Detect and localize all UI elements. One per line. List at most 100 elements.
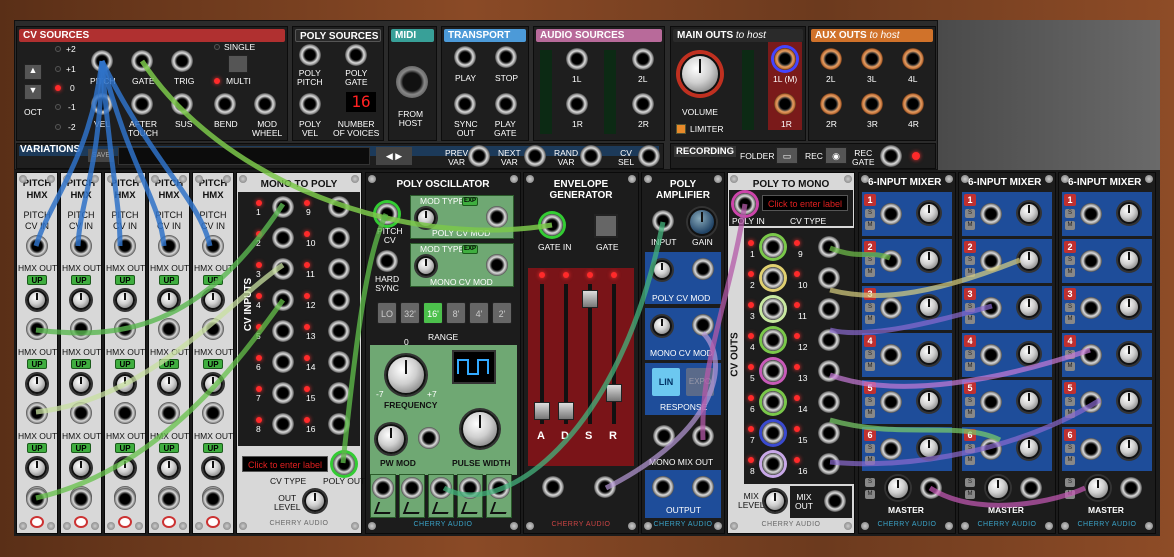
pw-mod-jack[interactable]: [418, 427, 440, 449]
m2p-right-jack[interactable]: [328, 382, 350, 404]
up-button[interactable]: UP: [27, 275, 47, 285]
m2p-right-jack[interactable]: [328, 413, 350, 435]
solo-button[interactable]: S: [965, 209, 975, 218]
mono-mix-out-left-jack[interactable]: [653, 425, 675, 447]
mute-button[interactable]: M: [1065, 409, 1075, 418]
solo-button[interactable]: S: [1065, 397, 1075, 406]
amp-poly-cv-knob[interactable]: [652, 260, 672, 280]
solo-button[interactable]: S: [1065, 350, 1075, 359]
main-1r-jack[interactable]: [774, 93, 796, 115]
rec-gate-jack[interactable]: [880, 145, 902, 167]
up-button[interactable]: UP: [115, 359, 135, 369]
m2p-left-jack[interactable]: [272, 413, 294, 435]
rand-var-jack[interactable]: [580, 145, 602, 167]
hmx-out-jack[interactable]: [26, 318, 48, 340]
cv-sel-jack[interactable]: [638, 145, 660, 167]
p2m-right-jack[interactable]: [818, 453, 840, 475]
p2m-left-jack[interactable]: [762, 360, 784, 382]
mono-to-poly-label-field[interactable]: Click to enter label: [242, 456, 328, 472]
mixer-input-jack[interactable]: [980, 203, 1002, 225]
up-button[interactable]: UP: [159, 275, 179, 285]
sus-jack[interactable]: [171, 93, 193, 115]
sync-out-jack[interactable]: [454, 93, 476, 115]
hmx-bottom-jack[interactable]: [26, 488, 48, 510]
envelope-out-jack[interactable]: [542, 476, 564, 498]
audio-1r-jack[interactable]: [566, 93, 588, 115]
mixer-input-jack[interactable]: [980, 438, 1002, 460]
range-button[interactable]: 2': [492, 302, 512, 324]
solo-button[interactable]: S: [865, 444, 875, 453]
mixer-level-knob[interactable]: [918, 202, 940, 224]
oct-up-button[interactable]: ▲: [24, 64, 42, 80]
mute-button[interactable]: M: [865, 315, 875, 324]
wave-out-jack[interactable]: [401, 477, 423, 499]
mute-button[interactable]: M: [965, 456, 975, 465]
up-button[interactable]: UP: [159, 359, 179, 369]
solo-button[interactable]: S: [1065, 209, 1075, 218]
pulse-width-knob[interactable]: [461, 410, 499, 448]
m2p-right-jack[interactable]: [328, 258, 350, 280]
m2p-right-jack[interactable]: [328, 320, 350, 342]
mixer-input-jack[interactable]: [1080, 297, 1102, 319]
poly-to-mono-label-field[interactable]: Click to enter label: [762, 195, 848, 211]
pitch-jack[interactable]: [91, 50, 113, 72]
mixer-input-jack[interactable]: [1080, 250, 1102, 272]
mixer-input-jack[interactable]: [1080, 203, 1102, 225]
hmx-bottom-jack[interactable]: [70, 488, 92, 510]
mod-wheel-jack[interactable]: [254, 93, 276, 115]
mute-button[interactable]: M: [865, 221, 875, 230]
poly-vel-jack[interactable]: [299, 93, 321, 115]
p2m-right-jack[interactable]: [818, 329, 840, 351]
mute-button[interactable]: M: [965, 362, 975, 371]
up-button[interactable]: UP: [71, 443, 91, 453]
audio-2l-jack[interactable]: [632, 48, 654, 70]
hmx-knob[interactable]: [115, 290, 135, 310]
hmx-knob[interactable]: [71, 374, 91, 394]
m2p-left-jack[interactable]: [272, 227, 294, 249]
hmx-out-jack[interactable]: [70, 318, 92, 340]
solo-button[interactable]: S: [865, 350, 875, 359]
p2m-left-jack[interactable]: [762, 236, 784, 258]
next-var-jack[interactable]: [524, 145, 546, 167]
poly-gate-jack[interactable]: [345, 44, 367, 66]
mute-button[interactable]: M: [1065, 221, 1075, 230]
up-button[interactable]: UP: [203, 443, 223, 453]
up-button[interactable]: UP: [203, 275, 223, 285]
mute-button[interactable]: M: [1065, 456, 1075, 465]
pitch-cv-jack[interactable]: [376, 203, 398, 225]
lin-button[interactable]: LIN: [652, 368, 680, 396]
m2p-left-jack[interactable]: [272, 289, 294, 311]
p2m-left-jack[interactable]: [762, 422, 784, 444]
up-button[interactable]: UP: [71, 275, 91, 285]
voices-display[interactable]: 16: [346, 92, 376, 112]
aux-4r-jack[interactable]: [902, 93, 924, 115]
frequency-knob[interactable]: [386, 355, 426, 395]
poly-out-jack[interactable]: [333, 453, 355, 475]
aux-2l-jack[interactable]: [820, 48, 842, 70]
hmx-out-jack[interactable]: [70, 402, 92, 424]
mix-level-knob[interactable]: [764, 490, 786, 512]
play-jack[interactable]: [454, 46, 476, 68]
hmx-bottom-jack[interactable]: [114, 488, 136, 510]
hmx-knob[interactable]: [159, 458, 179, 478]
master-out-jack[interactable]: [1020, 477, 1042, 499]
m2p-right-jack[interactable]: [328, 196, 350, 218]
hmx-knob[interactable]: [115, 374, 135, 394]
gain-knob[interactable]: [688, 208, 716, 236]
solo-button[interactable]: S: [965, 350, 975, 359]
rec-button[interactable]: ◉: [825, 147, 847, 164]
mono-cv-mod-knob[interactable]: [416, 256, 436, 276]
p2m-left-jack[interactable]: [762, 267, 784, 289]
expo-button[interactable]: EXPO: [686, 368, 714, 396]
master-mute-button[interactable]: M: [965, 490, 975, 499]
p2m-right-jack[interactable]: [818, 422, 840, 444]
mixer-level-knob[interactable]: [1118, 343, 1140, 365]
range-button[interactable]: LO: [377, 302, 397, 324]
m2p-left-jack[interactable]: [272, 196, 294, 218]
bend-jack[interactable]: [214, 93, 236, 115]
mixer-level-knob[interactable]: [1018, 296, 1040, 318]
mixer-level-knob[interactable]: [1018, 249, 1040, 271]
audio-2r-jack[interactable]: [632, 93, 654, 115]
m2p-right-jack[interactable]: [328, 227, 350, 249]
amp-output-minus-jack[interactable]: [652, 476, 674, 498]
